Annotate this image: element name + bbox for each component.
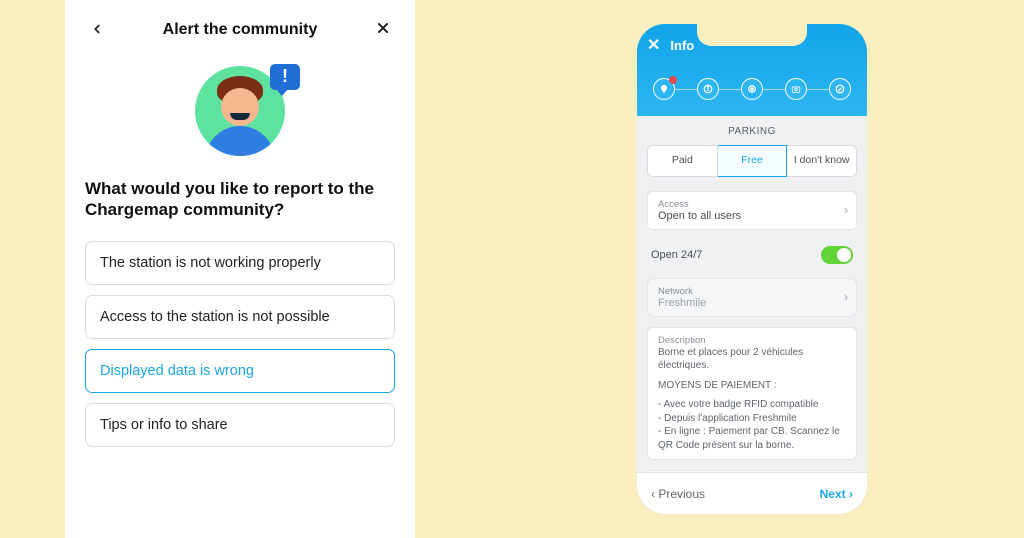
phone-header-title: Info [670,38,694,53]
description-label: Description [658,335,846,346]
description-value: Borne et places pour 2 véhicules électri… [658,346,846,453]
network-field[interactable]: Network Freshmile › [647,278,857,317]
report-question: What would you like to report to the Cha… [85,178,395,221]
option-data-wrong[interactable]: Displayed data is wrong [85,349,395,393]
close-icon[interactable] [371,19,395,42]
step-connector-icon[interactable] [741,78,763,100]
next-button[interactable]: Next › [820,487,853,501]
chevron-right-icon: › [844,203,848,217]
step-location-icon[interactable] [653,78,675,100]
description-field[interactable]: Description Borne et places pour 2 véhic… [647,327,857,461]
option-access-impossible[interactable]: Access to the station is not possible [85,295,395,339]
step-indicator [647,78,857,100]
option-tips-info[interactable]: Tips or info to share [85,403,395,447]
back-icon[interactable] [85,19,109,42]
step-check-icon[interactable] [829,78,851,100]
parking-section-title: PARKING [647,126,857,137]
phone-notch [697,24,807,46]
network-value: Freshmile [658,297,846,309]
access-value: Open to all users [658,210,846,222]
alert-community-screen: Alert the community ! What would you lik… [65,0,415,538]
open247-label: Open 24/7 [651,249,702,261]
step-photo-icon[interactable] [785,78,807,100]
open247-toggle[interactable] [821,246,853,264]
left-header: Alert the community [85,10,395,50]
chevron-right-icon: › [844,290,848,304]
phone-close-icon[interactable]: ✕ [647,35,660,55]
alert-speech-icon: ! [270,64,300,90]
wizard-footer: ‹ Previous Next › [637,472,867,514]
parking-option-free[interactable]: Free [718,145,788,177]
option-not-working[interactable]: The station is not working properly [85,241,395,285]
info-form: PARKING Paid Free I don't know Access Op… [637,116,867,472]
parking-segmented-control: Paid Free I don't know [647,145,857,177]
parking-option-paid[interactable]: Paid [647,145,718,177]
parking-option-unknown[interactable]: I don't know [787,145,857,177]
previous-button[interactable]: ‹ Previous [651,487,705,501]
report-options: The station is not working properly Acce… [85,241,395,447]
step-info-icon[interactable] [697,78,719,100]
avatar-illustration: ! [85,66,395,156]
access-field[interactable]: Access Open to all users › [647,191,857,230]
page-title: Alert the community [163,21,318,39]
phone-mockup: ✕ Info [627,14,877,524]
network-label: Network [658,286,846,297]
access-label: Access [658,199,846,210]
